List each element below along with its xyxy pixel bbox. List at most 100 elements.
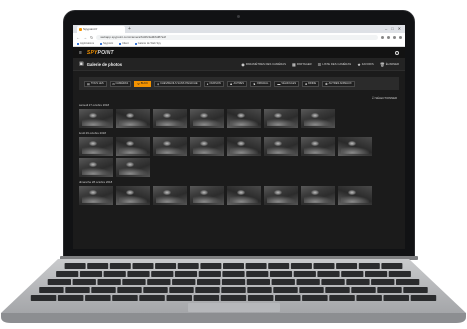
photo-thumbnail[interactable] [153,109,187,128]
extension-icon[interactable] [387,35,390,39]
keyboard-key [296,279,320,285]
deer-icon: Ψ [137,81,140,86]
keyboard-key [293,271,316,277]
photo-thumbnail[interactable] [116,137,150,156]
bookmark-item[interactable]: Applications [77,42,94,45]
maximize-icon[interactable]: □ [391,25,393,33]
photo-thumbnail[interactable] [79,137,113,156]
keyboard-key [127,271,150,277]
photo-thumbnail[interactable] [79,158,113,177]
keyboard-key [388,271,411,277]
day-label: dimanche 28 octobre 2018 [79,180,113,184]
bookmark-item[interactable]: Client [119,42,129,45]
star-bookmark-icon[interactable] [381,35,384,39]
keyboard-key [195,287,220,293]
forward-icon[interactable]: → [83,35,87,40]
keyboard-key [221,279,246,285]
minimize-icon[interactable]: – [385,25,387,33]
back-icon[interactable]: ← [76,35,80,40]
extensions [381,35,402,39]
keyboard-key [246,271,269,277]
photo-thumbnail[interactable] [264,109,298,128]
profile-icon[interactable] [393,35,396,39]
photo-thumbnail[interactable] [264,137,298,156]
photo-thumbnail[interactable] [227,186,261,205]
new-tab-button[interactable]: + [128,26,131,33]
paw-icon: ✽ [325,81,328,86]
camera-list-button[interactable]: ☰ LISTE DES CAMÉRAS [318,62,352,67]
photo-thumbnail[interactable] [79,186,113,205]
keyboard-key [341,271,364,277]
camera-settings-button[interactable]: ◉ PARAMÈTRES DES CAMÉRAS [241,62,286,67]
filter-all[interactable]: ▤ TOUS LES [84,80,107,87]
photo-thumbnail[interactable] [153,186,187,205]
filter-turkey[interactable]: ♣ DINDE [302,80,320,87]
photo-thumbnail[interactable] [190,186,224,205]
keyboard-key [377,287,402,293]
keyboard-key [65,287,90,293]
day-label: samedi 27 octobre 2018 [79,103,110,107]
keyboard-key [371,279,395,285]
bookmark-icon [119,42,122,45]
filter-does[interactable]: ψ CHEVREUILS SANS PANACHE [154,80,201,87]
photo-thumbnail[interactable] [116,158,150,177]
webcam [237,15,240,18]
select-row: ☑ SÉLECTIONNER [73,90,405,100]
keyboard-key [200,263,222,269]
filter-other-animals[interactable]: ✽ AUTRES ANIMAUX [322,80,355,87]
power-icon[interactable] [395,50,399,55]
photo-thumbnail[interactable] [264,186,298,205]
photo-thumbnail[interactable] [116,109,150,128]
photo-thumbnail[interactable] [79,109,113,128]
photo-thumbnail[interactable] [301,109,335,128]
keyboard-key [151,271,174,277]
keyboard-key [87,263,109,269]
url-input[interactable]: webapp.spypoint.com/camera/6d4fc3a9b6d87… [96,34,378,40]
share-button[interactable]: ▦ PARTAGER [292,62,312,67]
laptop-lid: Spypoint fr + – □ ✕ ← → ↻ webapp.spypoin… [63,10,415,258]
filter-moose[interactable]: ♞ ORIGNAL [250,80,272,87]
filter-cameras[interactable]: ◘ CAMÉRAS [109,80,132,87]
keyboard-key [268,263,290,269]
photo-thumbnail[interactable] [116,186,150,205]
keyboard-key [139,295,165,301]
reload-icon[interactable]: ↻ [90,35,93,40]
select-button[interactable]: ☑ SÉLECTIONNER [372,96,397,100]
keyboard-key [57,295,84,301]
photo-thumbnail[interactable] [338,186,372,205]
bookmark-item[interactable]: Spypoint [100,42,113,45]
photo-thumbnail[interactable] [190,109,224,128]
bookmark-item[interactable]: Galerie de Web Spy [134,42,161,45]
photo-thumbnail[interactable] [153,137,187,156]
keyboard-key [85,295,111,301]
photo-thumbnail[interactable] [301,137,335,156]
star-icon: ★ [357,61,361,67]
keyboard-key [271,279,295,285]
keyboard-key [198,271,221,277]
close-icon[interactable]: ✕ [398,25,401,33]
keyboard-key [39,287,64,293]
menu-dots-icon[interactable] [399,35,402,39]
photo-thumbnail[interactable] [227,137,261,156]
photo-thumbnail[interactable] [227,109,261,128]
hamburger-menu-icon[interactable]: ≡ [79,50,82,56]
delete-button[interactable]: 🗑 ÉLIMINER [380,62,399,67]
photo-thumbnail[interactable] [301,186,335,205]
filter-others[interactable]: ♟ AUTRES [226,80,248,87]
browser-tab[interactable]: Spypoint fr [77,26,125,33]
keyboard-key [222,271,245,277]
favorites-button[interactable]: ★ FAVORIS [357,62,374,67]
photo-thumbnail[interactable] [338,137,372,156]
address-bar-row: ← → ↻ webapp.spypoint.com/camera/6d4fc3a… [73,33,405,41]
filter-bar: ▤ TOUS LES ◘ CAMÉRAS Ψ BUCK ψ CHEVREUILS SAN… [79,77,399,90]
keyboard-key [247,287,272,293]
laptop-screen: Spypoint fr + – □ ✕ ← → ↻ webapp.spypoin… [73,25,405,249]
keyboard-key [103,271,126,277]
filter-bear[interactable]: ● OURSON [203,80,224,87]
filter-vehicles[interactable]: ▬ VÉHICULES [274,80,300,87]
brand-logo[interactable]: SPYPOINT [87,50,114,56]
keyboard-key [381,263,403,269]
person-icon: ♟ [229,81,233,86]
photo-thumbnail[interactable] [190,137,224,156]
filter-buck[interactable]: Ψ BUCK [134,80,151,87]
